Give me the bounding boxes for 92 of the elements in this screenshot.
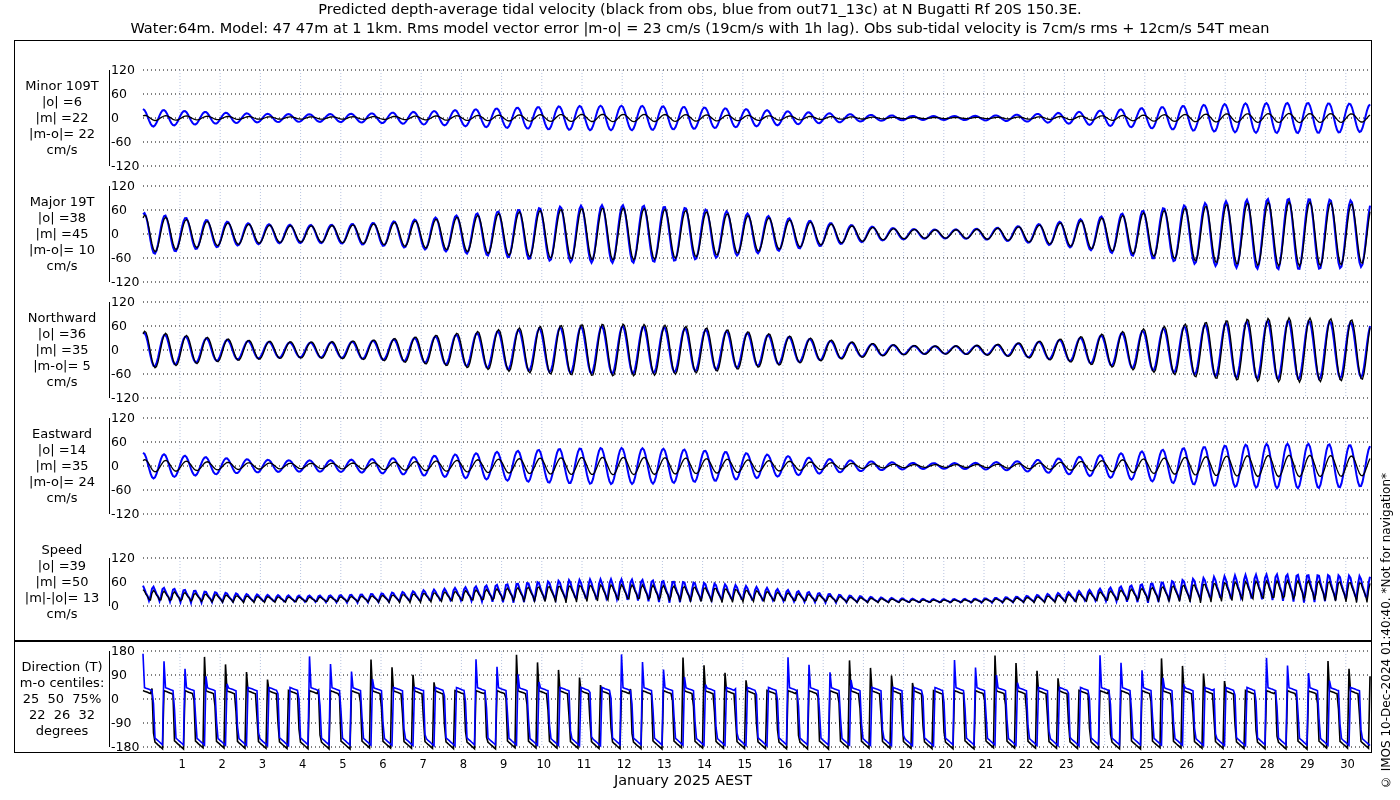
day-label: 2 bbox=[217, 757, 227, 771]
axis-tick-label: -60 bbox=[110, 251, 133, 265]
day-label: 3 bbox=[257, 757, 268, 771]
day-label: 4 bbox=[298, 757, 308, 771]
day-label: 25 bbox=[1138, 757, 1155, 771]
day-label: 18 bbox=[856, 757, 874, 771]
day-label: 14 bbox=[696, 757, 713, 771]
axis-tick-label: 60 bbox=[110, 319, 128, 333]
day-label: 6 bbox=[378, 757, 388, 771]
day-label: 16 bbox=[776, 757, 794, 771]
day-label: 7 bbox=[418, 757, 428, 771]
panel-label: 25 50 75% bbox=[22, 691, 102, 707]
panel-label: cm/s bbox=[46, 142, 78, 158]
day-label: 19 bbox=[897, 757, 914, 771]
panel-label: |o| =36 bbox=[37, 326, 87, 342]
panel-label: |m-o|= 5 bbox=[33, 358, 91, 374]
day-label: 15 bbox=[736, 757, 754, 771]
axis-tick-label: -180 bbox=[110, 740, 141, 754]
axis-tick-label: 120 bbox=[110, 179, 136, 193]
axis-tick-label: 0 bbox=[110, 343, 120, 357]
axis-tick-label: 180 bbox=[110, 644, 136, 658]
panel-label: Eastward bbox=[32, 426, 92, 442]
day-label: 9 bbox=[498, 757, 509, 771]
day-label: 26 bbox=[1178, 757, 1196, 771]
panel-label: |m-o|= 24 bbox=[29, 474, 95, 490]
panel-label: |o| =38 bbox=[37, 210, 87, 226]
day-label: 12 bbox=[615, 757, 633, 771]
panel-label: m-o centiles: bbox=[19, 675, 105, 691]
panel-label: |o| =14 bbox=[37, 442, 87, 458]
panel-label: Speed bbox=[41, 542, 83, 558]
panel-label: |m| =50 bbox=[35, 574, 89, 590]
panel-label: Minor 109T bbox=[25, 78, 99, 94]
panel-label: |m|-|o|= 13 bbox=[24, 590, 100, 606]
axis-tick-label: 0 bbox=[110, 227, 120, 241]
day-label: 27 bbox=[1218, 757, 1236, 771]
panel-label: degrees bbox=[35, 723, 89, 739]
axis-tick-label: -120 bbox=[110, 507, 141, 521]
day-label: 5 bbox=[338, 757, 348, 771]
day-label: 20 bbox=[937, 757, 954, 771]
axis-tick-label: 60 bbox=[110, 575, 128, 589]
panel-label: Direction (T) bbox=[21, 659, 103, 675]
axis-tick-label: -120 bbox=[110, 275, 141, 289]
day-label: 24 bbox=[1098, 757, 1115, 771]
x-axis-title: January 2025 AEST bbox=[613, 771, 753, 789]
panel-label: |m| =45 bbox=[35, 226, 89, 242]
axis-tick-label: 0 bbox=[110, 599, 120, 613]
copyright-notice: © IMOS 10-Dec-2024 01:40:40. *Not for navigation* bbox=[1378, 472, 1394, 789]
panel-label: Northward bbox=[27, 310, 97, 326]
panel-label: |o| =6 bbox=[42, 94, 82, 110]
day-label: 13 bbox=[656, 757, 673, 771]
panel-label: 22 26 32 bbox=[28, 707, 96, 723]
day-label: 10 bbox=[535, 757, 553, 771]
day-label: 8 bbox=[458, 757, 469, 771]
day-label: 1 bbox=[177, 757, 187, 771]
axis-tick-label: -60 bbox=[110, 135, 133, 149]
axis-tick-label: -120 bbox=[110, 391, 141, 405]
panel-label: cm/s bbox=[46, 490, 78, 506]
panel-label: |m| =35 bbox=[35, 342, 89, 358]
day-label: 11 bbox=[575, 757, 593, 771]
day-label: 23 bbox=[1057, 757, 1075, 771]
panel-label: |m-o|= 22 bbox=[29, 126, 95, 142]
day-label: 21 bbox=[977, 757, 995, 771]
panel-label: |m| =22 bbox=[35, 110, 89, 126]
chart-title: Water:64m. Model: 47 47m at 1 1km. Rms model vector error |m-o| = 23 cm/s (19cm/s with 1h lag). Obs sub-tidal velocity is 7cm/s rms + 12cm/s 54T mean bbox=[130, 19, 1270, 38]
day-label: 30 bbox=[1339, 757, 1356, 771]
axis-tick-label: 0 bbox=[110, 459, 120, 473]
axis-tick-label: 0 bbox=[110, 692, 120, 706]
axis-tick-label: 60 bbox=[110, 203, 128, 217]
axis-tick-label: 60 bbox=[110, 87, 128, 101]
axis-tick-label: 90 bbox=[110, 668, 128, 682]
panel-label: cm/s bbox=[46, 374, 78, 390]
axis-tick-label: 120 bbox=[110, 551, 136, 565]
panel-label: |o| =39 bbox=[37, 558, 87, 574]
day-label: 29 bbox=[1299, 757, 1316, 771]
axis-tick-label: 0 bbox=[110, 111, 120, 125]
chart-title: Predicted depth-average tidal velocity (black from obs, blue from out71_13c) at N Bugatti Rf 20S 150.3E. bbox=[318, 0, 1082, 19]
panel-label: |m-o|= 10 bbox=[29, 242, 95, 258]
axis-tick-label: -60 bbox=[110, 483, 133, 497]
axis-tick-label: -120 bbox=[110, 159, 141, 173]
panel-label: Major 19T bbox=[29, 194, 95, 210]
axis-tick-label: 120 bbox=[110, 63, 136, 77]
panel-label: cm/s bbox=[46, 258, 78, 274]
day-label: 17 bbox=[816, 757, 834, 771]
panel-label: cm/s bbox=[46, 606, 78, 622]
axis-tick-label: 120 bbox=[110, 411, 136, 425]
axis-tick-label: 120 bbox=[110, 295, 136, 309]
panel-label: |m| =35 bbox=[35, 458, 89, 474]
axis-tick-label: -60 bbox=[110, 367, 133, 381]
axis-tick-label: 60 bbox=[110, 435, 128, 449]
day-label: 28 bbox=[1258, 757, 1276, 771]
day-label: 22 bbox=[1017, 757, 1035, 771]
axis-tick-label: -90 bbox=[110, 716, 133, 730]
